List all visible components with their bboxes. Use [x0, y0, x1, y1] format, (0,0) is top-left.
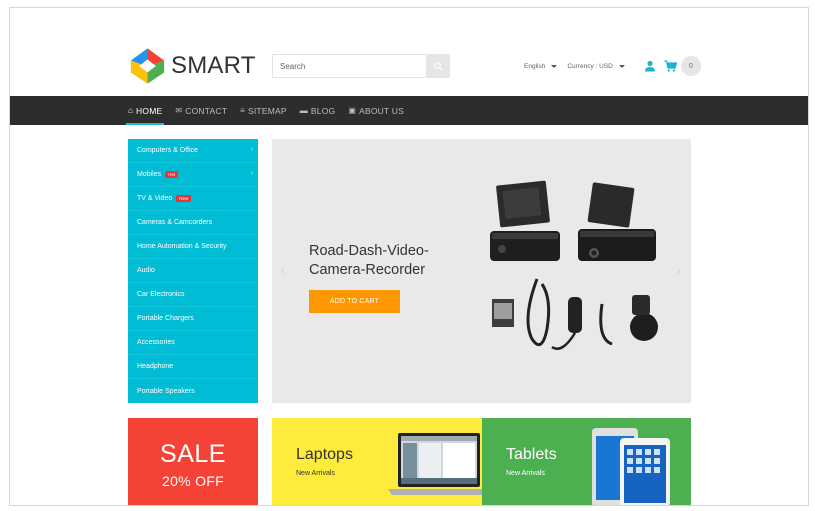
laptops-subtitle: New Arrivals	[296, 470, 335, 477]
slide-title-line-1: Road-Dash-Video-	[309, 243, 429, 259]
nav-item-label: ABOUT US	[359, 105, 405, 116]
logo-text: SMART	[171, 52, 256, 79]
nav-item-home[interactable]: ⌂ HOME	[125, 96, 165, 125]
logo[interactable]: SMART	[129, 46, 256, 86]
nav-item-label: CONTACT	[185, 105, 228, 116]
chevron-right-icon: ›	[250, 170, 253, 177]
currency-label: Currency : USD	[567, 62, 613, 70]
category-item-tv-video[interactable]: TV & Video New	[128, 187, 258, 211]
hot-badge: Hot	[165, 171, 179, 178]
cart-icon[interactable]	[664, 60, 677, 72]
sale-banner[interactable]: SALE 20% OFF	[128, 418, 258, 505]
tablet-image	[592, 428, 670, 505]
cart-count-badge[interactable]: 0	[680, 56, 701, 76]
nav-item-sitemap[interactable]: ≡ SITEMAP	[240, 96, 287, 125]
nav-item-label: SITEMAP	[248, 105, 287, 116]
category-label: Portable Chargers	[137, 315, 194, 322]
category-label: Computers & Office	[137, 147, 198, 154]
envelope-icon: ✉	[175, 106, 183, 115]
category-label: Portable Speakers	[137, 387, 195, 395]
nav-item-contact[interactable]: ✉ CONTACT	[175, 96, 227, 125]
nav-item-label: HOME	[136, 105, 163, 116]
logo-icon	[130, 48, 165, 84]
tablets-subtitle: New Arrivals	[506, 470, 545, 477]
search-icon	[433, 61, 443, 71]
language-label: English	[524, 62, 546, 70]
category-item-headphone[interactable]: Headphone	[128, 355, 258, 379]
category-label: TV & Video	[137, 195, 173, 202]
info-icon: ▣	[348, 106, 357, 115]
header: SMART English Currency : USD	[10, 8, 808, 96]
category-sidebar: Computers & Office › Mobiles Hot › TV & …	[128, 139, 258, 403]
category-item-cameras[interactable]: Cameras & Camcorders	[128, 211, 258, 235]
nav-item-about-us[interactable]: ▣ ABOUT US	[348, 96, 404, 125]
category-label: Accessories	[137, 339, 175, 346]
list-icon: ≡	[240, 106, 245, 115]
currency-select[interactable]: Currency : USD	[567, 63, 625, 70]
dash-camera-product-image	[490, 180, 658, 350]
hero-slider: ‹ Road-Dash-Video- Camera-Recorder ADD T…	[272, 139, 691, 403]
category-item-audio[interactable]: Audio	[128, 259, 258, 283]
category-label: Cameras & Camcorders	[137, 219, 213, 226]
category-label: Mobiles	[137, 171, 162, 178]
nav-item-blog[interactable]: ▬ BLOG	[300, 96, 336, 125]
search-input[interactable]	[272, 54, 426, 78]
category-label: Headphone	[137, 363, 174, 370]
sale-discount: 20% OFF	[161, 473, 224, 489]
category-item-computers-office[interactable]: Computers & Office ›	[128, 139, 258, 163]
main-nav: ⌂ HOME ✉ CONTACT ≡ SITEMAP ▬ BLOG ▣ ABOU…	[125, 96, 417, 125]
search-bar	[272, 54, 452, 78]
slider-next-arrow[interactable]: ›	[677, 266, 680, 277]
add-to-cart-button[interactable]: ADD TO CART	[309, 290, 400, 313]
main-nav-bar: ⌂ HOME ✉ CONTACT ≡ SITEMAP ▬ BLOG ▣ ABOU…	[10, 96, 808, 125]
search-button[interactable]	[426, 54, 450, 78]
chevron-down-icon	[551, 64, 558, 68]
category-label: Audio	[137, 267, 155, 274]
sale-title: SALE	[160, 440, 226, 468]
laptops-title: Laptops	[296, 446, 353, 463]
category-label: Home Automation & Security	[137, 243, 227, 250]
nav-item-label: BLOG	[310, 105, 336, 116]
category-item-car-electronics[interactable]: Car Electronics	[128, 283, 258, 307]
user-icon[interactable]	[644, 60, 656, 72]
laptops-banner[interactable]: Laptops New Arrivals	[272, 418, 490, 505]
slider-prev-arrow[interactable]: ‹	[281, 266, 284, 277]
blog-icon: ▬	[299, 106, 308, 115]
category-item-home-automation[interactable]: Home Automation & Security	[128, 235, 258, 259]
category-item-portable-speakers[interactable]: Portable Speakers	[128, 379, 258, 403]
laptop-image	[388, 433, 490, 495]
slide-title-line-2: Camera-Recorder	[309, 262, 426, 278]
tablets-banner[interactable]: Tablets New Arrivals	[482, 418, 691, 505]
category-item-portable-chargers[interactable]: Portable Chargers	[128, 307, 258, 331]
chevron-right-icon: ›	[250, 146, 253, 153]
slide-title: Road-Dash-Video- Camera-Recorder	[309, 242, 469, 280]
new-badge: New	[176, 195, 192, 202]
chevron-down-icon	[618, 64, 625, 68]
header-tools: English Currency : USD 0	[524, 56, 701, 76]
category-label: Car Electronics	[137, 291, 185, 298]
tablets-title: Tablets	[506, 446, 557, 463]
language-select[interactable]: English	[524, 62, 558, 70]
category-item-accessories[interactable]: Accessories	[128, 331, 258, 355]
home-icon: ⌂	[128, 106, 134, 115]
page-frame: SMART English Currency : USD	[9, 7, 809, 506]
category-item-mobiles[interactable]: Mobiles Hot ›	[128, 163, 258, 187]
